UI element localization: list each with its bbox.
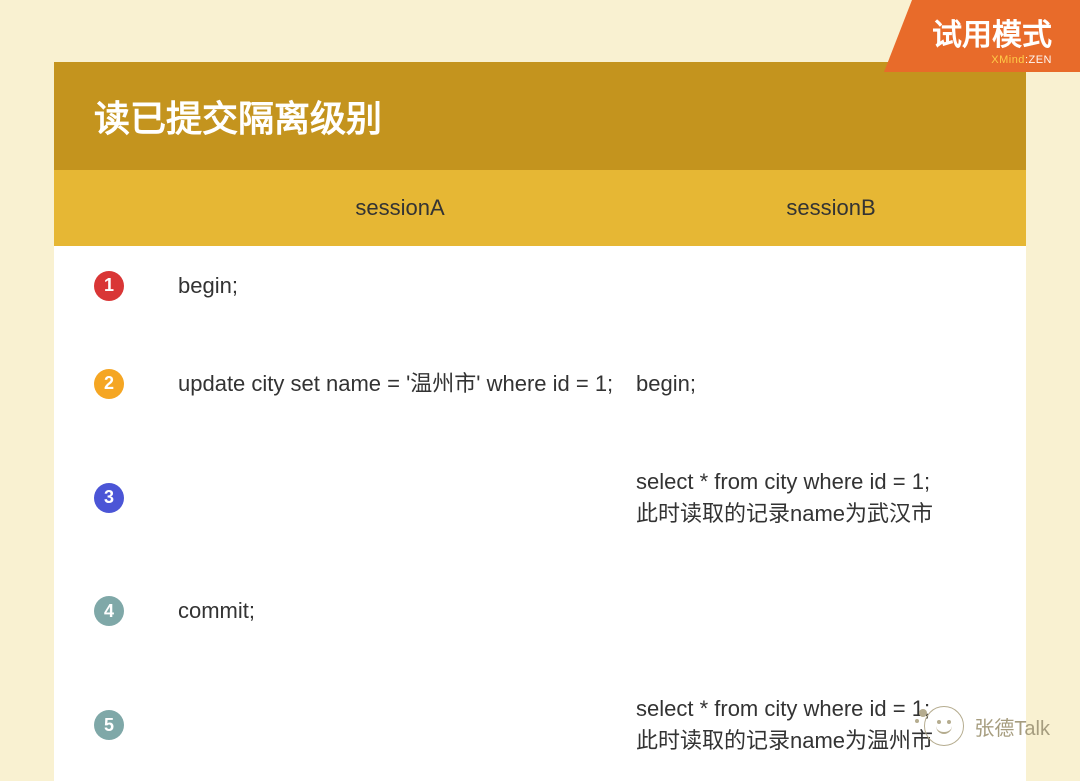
trial-mode-badge: 试用模式 XMind:ZEN [884, 0, 1080, 72]
row-number-cell: 5 [54, 710, 164, 740]
row-number-cell: 1 [54, 271, 164, 301]
session-a-cell: update city set name = '温州市' where id = … [164, 362, 636, 406]
watermark-text: 张德Talk [974, 712, 1050, 741]
table-row: 3 select * from city where id = 1;此时读取的记录… [54, 442, 1026, 554]
session-a-cell [164, 719, 636, 731]
table-row: 4 commit; [54, 571, 1026, 651]
session-a-cell: commit; [164, 589, 636, 633]
step-badge: 3 [94, 483, 124, 513]
table-container: 读已提交隔离级别 sessionA sessionB 1 begin; 2 updat… [54, 62, 1026, 781]
row-number-cell: 4 [54, 596, 164, 626]
trial-subtitle: XMind:ZEN [932, 54, 1052, 66]
session-b-cell: select * from city where id = 1;此时读取的记录n… [636, 460, 1026, 536]
session-a-cell: begin; [164, 264, 636, 308]
step-badge: 5 [94, 710, 124, 740]
row-number-cell: 2 [54, 369, 164, 399]
step-badge: 2 [94, 369, 124, 399]
table-row: 1 begin; [54, 246, 1026, 326]
session-a-cell [164, 492, 636, 504]
header-col-num [54, 170, 164, 246]
watermark: 张德Talk [924, 706, 1050, 746]
session-b-cell: begin; [636, 362, 1026, 406]
wechat-icon [924, 706, 964, 746]
step-badge: 1 [94, 271, 124, 301]
row-number-cell: 3 [54, 483, 164, 513]
step-badge: 4 [94, 596, 124, 626]
table-row: 5select * from city where id = 1;此时读取的记录… [54, 669, 1026, 781]
session-b-cell [636, 280, 1026, 292]
header-col-session-a: sessionA [164, 170, 636, 246]
session-b-cell [636, 605, 1026, 617]
trial-title: 试用模式 [932, 10, 1052, 54]
table-header-row: sessionA sessionB [54, 170, 1026, 246]
table-title: 读已提交隔离级别 [54, 62, 1026, 170]
table-row: 2 update city set name = '温州市' where id =… [54, 344, 1026, 424]
table-body: 1 begin; 2 update city set name = '温州市' whe… [54, 246, 1026, 781]
header-col-session-b: sessionB [636, 170, 1026, 246]
